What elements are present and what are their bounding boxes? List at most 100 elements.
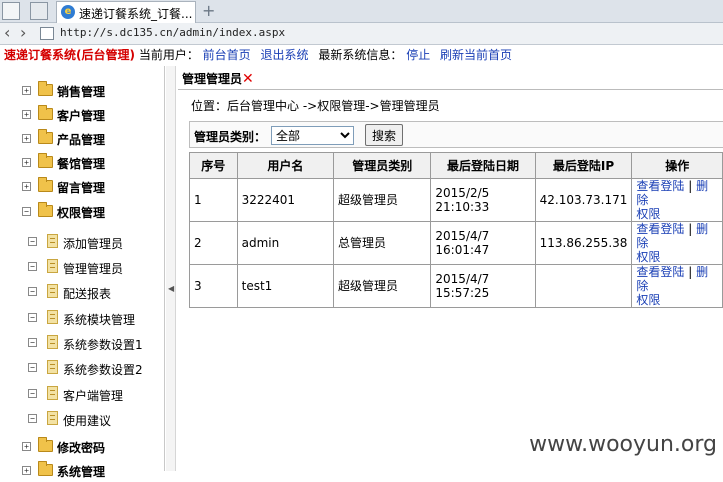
expand-icon[interactable]: + [22,158,31,167]
forward-icon[interactable]: › [20,24,26,42]
leaf-icon: − [28,389,37,398]
cell-last-login-date: 2015/4/7 16:01:47 [430,221,536,265]
expand-icon[interactable]: + [22,442,31,451]
table-row: 3 test1 超级管理员 2015/4/7 15:57:25 查看登陆 | 删除… [189,264,723,308]
folder-open-icon [38,202,53,217]
document-icon [47,310,58,324]
admin-type-select[interactable]: 全部 [271,126,354,145]
login-time: 16:01:47 [435,243,490,257]
login-time: 21:10:33 [435,200,490,214]
col-header-actions[interactable]: 操作 [631,152,723,179]
watermark: www.wooyun.org [512,430,717,460]
url-field[interactable]: http://s.dc135.cn/admin/index.aspx [60,26,285,39]
sidebar-item-label: 系统管理 [57,465,106,479]
sidebar-tree: + 销售管理 + 客户管理 + 产品管理 + 餐馆管理 + 留言管理 − 权限管… [0,66,165,479]
logout-link[interactable]: 退出系统 [261,48,309,62]
sidebar-item-label: 配送报表 [63,287,112,301]
sidebar-item-label: 客户管理 [57,109,106,123]
view-login-link[interactable]: 查看登陆 [636,223,684,237]
cell-last-login-date: 2015/4/7 15:57:25 [430,264,536,308]
admin-table: 序号 用户名 管理员类别 最后登陆日期 最后登陆IP 操作 1 3222401 … [189,152,723,308]
sidebar-item-label: 系统参数设置1 [63,338,143,352]
cell-admin-type: 超级管理员 [333,178,432,222]
search-button[interactable]: 搜索 [365,124,403,146]
folder-icon [38,177,53,192]
table-header-row: 序号 用户名 管理员类别 最后登陆日期 最后登陆IP 操作 [189,152,723,179]
col-header-admin-type[interactable]: 管理员类别 [333,152,432,179]
collapse-arrow-icon[interactable]: ◀ [168,284,174,293]
leaf-icon: − [28,237,37,246]
admin-type-label: 管理员类别： [194,130,267,144]
sidebar-item-label: 使用建议 [63,414,112,428]
sidebar-item-label: 系统模块管理 [63,313,136,327]
back-icon[interactable]: ‹ [4,24,10,42]
cell-last-login-ip: 42.103.73.171 [534,178,633,222]
table-row: 2 admin 总管理员 2015/4/7 16:01:47 113.86.255… [189,221,723,265]
address-bar: ‹ › http://s.dc135.cn/admin/index.aspx [0,23,723,45]
window-icon[interactable] [2,2,20,20]
stop-link[interactable]: 停止 [406,48,430,62]
sidebar-item-label: 修改密码 [57,441,106,455]
sidebar-item-label: 产品管理 [57,133,106,147]
login-date: 2015/4/7 [435,272,490,286]
document-icon [47,234,58,248]
new-tab-button[interactable]: + [202,1,215,20]
folder-icon [38,437,53,452]
folder-icon [38,461,53,476]
cell-admin-type: 总管理员 [333,221,432,265]
col-header-last-login-ip[interactable]: 最后登陆IP [534,152,633,179]
cell-username: admin [236,221,335,265]
page-tab[interactable]: 管理管理员✕ [182,70,254,87]
login-date: 2015/4/7 [435,229,490,243]
expand-icon[interactable]: + [22,86,31,95]
folder-icon [38,153,53,168]
folder-icon [38,81,53,96]
system-title: 速递订餐系统(后台管理) [4,48,135,62]
cell-last-login-ip: 113.86.255.38 [534,221,633,265]
latest-info-label: 最新系统信息： [318,48,403,62]
col-header-username[interactable]: 用户名 [236,152,335,179]
expand-icon[interactable]: + [22,182,31,191]
sidebar-item-label: 留言管理 [57,181,106,195]
cell-actions: 查看登陆 | 删除 权限 [631,264,723,308]
cell-no: 1 [189,178,238,222]
col-header-last-login-date[interactable]: 最后登陆日期 [430,152,536,179]
sidebar-item-label: 权限管理 [57,206,106,220]
cell-last-login-date: 2015/2/5 21:10:33 [430,178,536,222]
expand-icon[interactable]: + [22,134,31,143]
leaf-icon: − [28,313,37,322]
close-icon[interactable]: ✕ [242,71,254,87]
sidebar-splitter[interactable]: ◀ [166,66,176,471]
front-home-link[interactable]: 前台首页 [203,48,251,62]
view-login-link[interactable]: 查看登陆 [636,266,684,280]
permission-link[interactable]: 权限 [636,293,660,307]
leaf-icon: − [28,414,37,423]
sidebar-item-label: 销售管理 [57,85,106,99]
separator: | [688,179,693,194]
breadcrumb: 位置：后台管理中心 ->权限管理->管理管理员 [191,99,440,113]
cell-last-login-ip [534,264,633,308]
permission-link[interactable]: 权限 [636,250,660,264]
cell-actions: 查看登陆 | 删除 权限 [631,221,723,265]
filter-bar: 管理员类别： 全部 搜索 [189,121,723,148]
table-row: 1 3222401 超级管理员 2015/2/5 21:10:33 42.103.… [189,178,723,222]
document-icon [47,284,58,298]
permission-link[interactable]: 权限 [636,207,660,221]
expand-icon[interactable]: + [22,110,31,119]
document-icon [47,386,58,400]
current-user-label: 当前用户： [138,48,199,62]
cell-username: test1 [236,264,335,308]
tab-list-icon[interactable] [30,2,48,20]
collapse-icon[interactable]: − [22,207,31,216]
cell-actions: 查看登陆 | 删除 权限 [631,178,723,222]
cell-username: 3222401 [236,178,335,222]
browser-tab[interactable]: e 速递订餐系统_订餐... [56,1,196,23]
cell-no: 3 [189,264,238,308]
leaf-icon: − [28,363,37,372]
login-date: 2015/2/5 [435,186,490,200]
document-icon [47,411,58,425]
folder-icon [38,129,53,144]
refresh-link[interactable]: 刷新当前首页 [440,48,512,62]
view-login-link[interactable]: 查看登陆 [636,180,684,194]
col-header-no[interactable]: 序号 [189,152,238,179]
